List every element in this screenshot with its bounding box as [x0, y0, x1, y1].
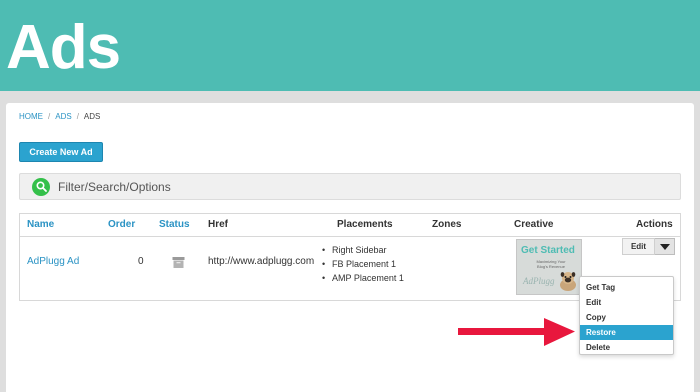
- page-title: Ads: [6, 13, 121, 82]
- column-header-order[interactable]: Order: [108, 214, 135, 236]
- placement-item: Right Sidebar: [322, 245, 404, 255]
- ad-href: http://www.adplugg.com: [208, 256, 315, 267]
- edit-button[interactable]: Edit: [622, 238, 655, 255]
- menu-item-restore[interactable]: Restore: [580, 325, 673, 340]
- column-header-zones: Zones: [432, 219, 462, 230]
- column-header-actions: Actions: [636, 219, 673, 230]
- menu-item-get-tag[interactable]: Get Tag: [580, 280, 673, 295]
- column-header-href: Href: [208, 219, 229, 230]
- menu-item-copy[interactable]: Copy: [580, 310, 673, 325]
- page-header: Ads: [0, 0, 700, 91]
- creative-subtitle: Maximizing Your Blog's Revenue: [536, 259, 566, 269]
- pointer-arrow-icon: [458, 318, 575, 346]
- search-icon: [32, 177, 50, 196]
- column-header-status[interactable]: Status: [159, 214, 190, 236]
- placement-item: FB Placement 1: [322, 259, 404, 269]
- menu-item-delete[interactable]: Delete: [580, 340, 673, 355]
- header-divider: [20, 236, 680, 237]
- actions-dropdown-toggle[interactable]: [655, 238, 675, 255]
- caret-down-icon: [659, 243, 670, 250]
- breadcrumb-separator: /: [48, 112, 51, 121]
- create-new-ad-button[interactable]: Create New Ad: [19, 142, 103, 162]
- column-header-name[interactable]: Name: [27, 214, 54, 236]
- archive-icon: [172, 257, 185, 268]
- breadcrumb: HOME / ADS / ADS: [19, 112, 100, 121]
- column-header-placements: Placements: [337, 219, 393, 230]
- creative-logo: AdPlugg: [523, 276, 555, 286]
- breadcrumb-home[interactable]: HOME: [19, 112, 43, 121]
- breadcrumb-ads[interactable]: ADS: [55, 112, 71, 121]
- breadcrumb-current: ADS: [83, 112, 101, 121]
- creative-thumbnail[interactable]: Get Started Maximizing Your Blog's Reven…: [516, 239, 582, 295]
- placement-item: AMP Placement 1: [322, 273, 404, 283]
- placements-list: Right Sidebar FB Placement 1 AMP Placeme…: [322, 245, 404, 287]
- menu-item-edit[interactable]: Edit: [580, 295, 673, 310]
- filter-label: Filter/Search/Options: [58, 179, 171, 194]
- breadcrumb-separator: /: [76, 112, 79, 121]
- ad-order: 0: [138, 256, 144, 267]
- actions-button-group: Edit: [622, 238, 675, 255]
- creative-title: Get Started: [521, 245, 575, 256]
- pug-image: [560, 272, 576, 291]
- filter-search-options-bar[interactable]: Filter/Search/Options: [19, 173, 681, 200]
- ad-name-link[interactable]: AdPlugg Ad: [27, 256, 79, 267]
- column-header-creative: Creative: [514, 219, 554, 230]
- actions-dropdown-menu: Get Tag Edit Copy Restore Delete: [579, 276, 674, 355]
